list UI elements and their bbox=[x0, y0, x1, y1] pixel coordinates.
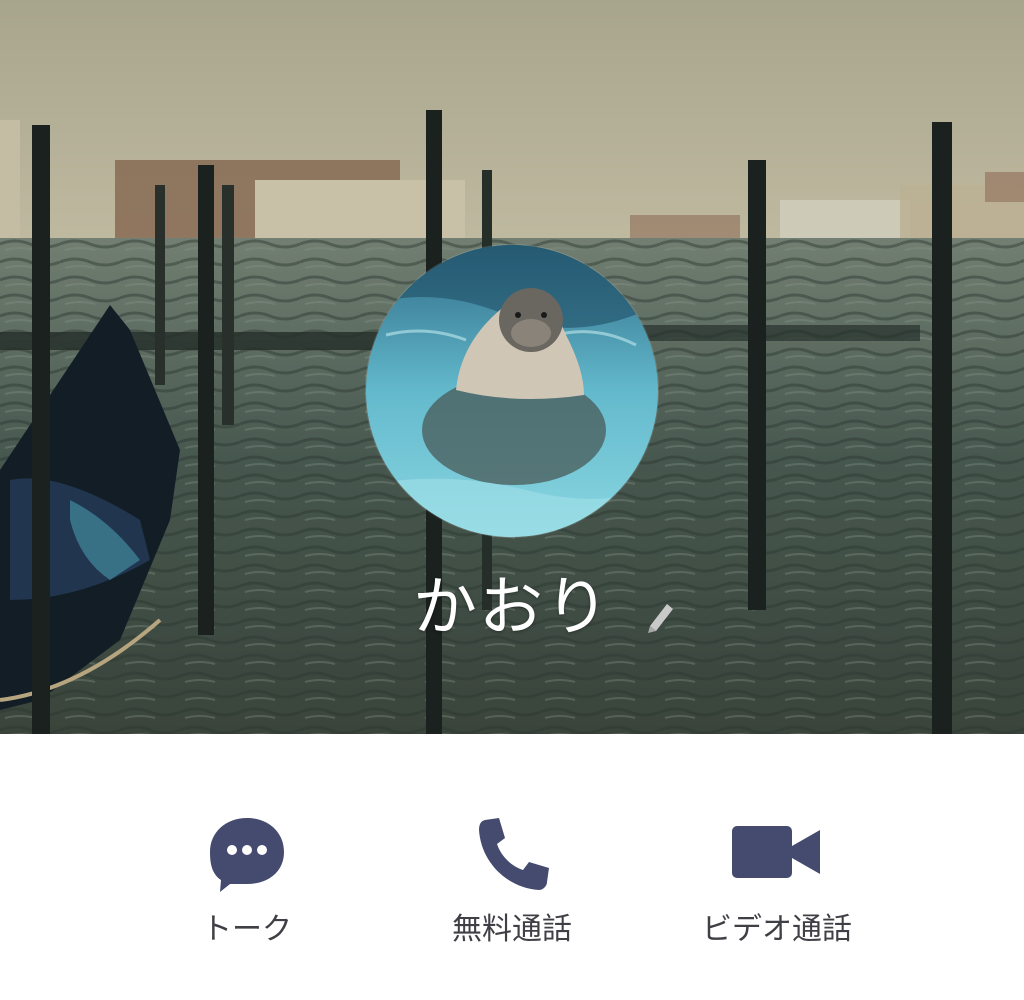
free-call-button[interactable]: 無料通話 bbox=[412, 814, 612, 954]
talk-button[interactable]: トーク bbox=[147, 814, 347, 954]
name-row: かおり bbox=[0, 566, 1024, 656]
phone-icon bbox=[479, 818, 549, 890]
avatar[interactable] bbox=[366, 245, 658, 537]
profile-screen: かおり トーク 無料通話 ビデオ通話 bbox=[0, 0, 1024, 1000]
pencil-icon bbox=[648, 604, 673, 633]
edit-name-button[interactable] bbox=[640, 596, 680, 636]
video-call-button[interactable]: ビデオ通話 bbox=[677, 814, 877, 954]
talk-label: トーク bbox=[202, 912, 292, 947]
video-call-label: ビデオ通話 bbox=[702, 912, 852, 947]
profile-name: かおり bbox=[413, 571, 611, 645]
free-call-label: 無料通話 bbox=[452, 912, 572, 947]
chat-bubble-icon bbox=[210, 818, 284, 892]
video-camera-icon bbox=[732, 826, 820, 878]
action-bar: トーク 無料通話 ビデオ通話 bbox=[0, 734, 1024, 1000]
